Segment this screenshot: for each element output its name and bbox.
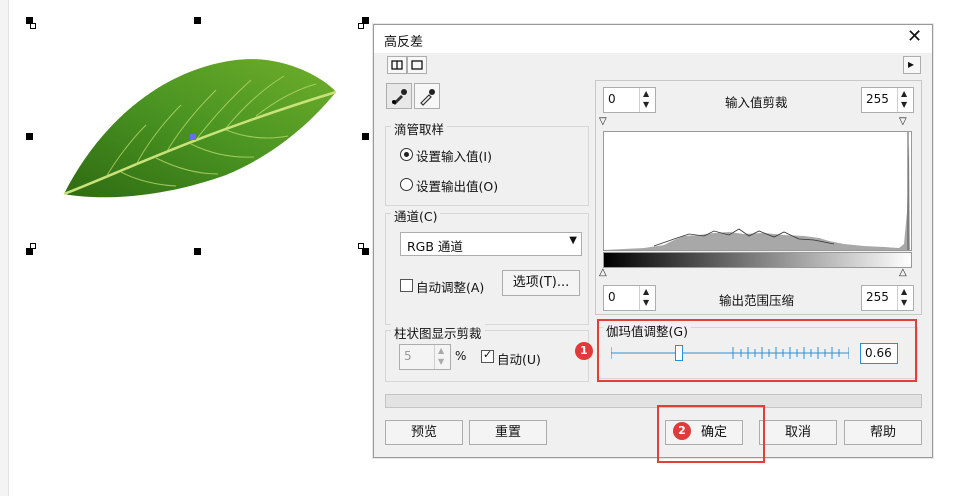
input-low-value: 0 [608,92,616,106]
channel-group-label: 通道(C) [391,206,441,225]
auto-clip-checkbox[interactable]: ✓ [481,348,494,363]
percent-unit: % [455,349,467,363]
options-button[interactable]: 选项(T)... [502,270,580,296]
channel-group [385,213,589,325]
output-high-spinbox[interactable]: 255 ▲ ▼ [861,285,914,311]
selection-handle-mid-right[interactable] [362,133,369,140]
channel-select-value: RGB 通道 [407,239,463,254]
auto-adjust-checkbox[interactable] [400,279,413,292]
selection-handle-top-mid[interactable] [194,17,201,24]
annotation-badge-2: 2 [673,422,691,440]
eyedropper-input-button[interactable] [386,83,412,109]
input-low-spinbox[interactable]: 0 ▲ ▼ [603,87,656,113]
selection-handle-bottom-left[interactable] [26,248,33,255]
eyedropper-group-label: 滴管取样 [391,119,448,138]
output-gradient-bar [603,252,912,268]
selection-handle-corner-tl[interactable] [30,23,36,29]
set-output-label[interactable]: 设置输出值(O) [416,176,498,195]
output-low-spinbox[interactable]: 0 ▲ ▼ [603,285,656,311]
reset-button[interactable]: 重置 [469,420,547,445]
split-view-button[interactable] [387,56,407,74]
output-high-marker[interactable]: △ [899,267,907,278]
histogram-clip-spinbox[interactable]: 5 ▲ ▼ [399,344,451,370]
chevron-right-icon: ▸ [908,57,915,71]
selection-handle-corner-br[interactable] [358,243,364,249]
annotation-badge-1: 1 [575,342,593,360]
gamma-highlight-box [597,319,917,382]
input-high-spinbox[interactable]: 255 ▲ ▼ [861,87,914,113]
status-bar [385,394,922,408]
eyedropper-icon [420,89,435,106]
preview-button[interactable]: 预览 [385,420,463,445]
input-low-marker[interactable]: ▽ [599,116,607,127]
high-contrast-dialog: 高反差 ✕ ▸ 滴管取样 设置输入值(I) 设置输出值(O) 通道(C) RGB… [373,24,933,458]
eyedropper-icon [392,89,407,105]
histogram-clip-label: 柱状图显示剪裁 [391,323,485,342]
split-view-icon [391,60,403,70]
dialog-title: 高反差 [384,35,424,50]
eyedropper-output-button[interactable] [414,83,440,109]
checkmark-icon: ✓ [483,348,493,361]
auto-clip-label[interactable]: 自动(U) [497,349,541,368]
dialog-titlebar: 高反差 ✕ [374,25,932,53]
auto-adjust-label[interactable]: 自动调整(A) [416,277,484,296]
left-ruler [0,0,9,496]
input-high-value: 255 [866,92,889,106]
leaf-image[interactable] [36,40,346,210]
set-input-label[interactable]: 设置输入值(I) [416,146,492,165]
selection-handle-mid-left[interactable] [26,133,33,140]
set-output-radio[interactable] [400,178,413,191]
output-high-value: 255 [866,290,889,304]
set-input-radio[interactable] [400,148,413,161]
output-range-label: 输出范围压缩 [719,293,795,308]
selection-handle-corner-tr[interactable] [358,23,364,29]
histogram-clip-value: 5 [404,349,412,363]
selection-handle-bottom-right[interactable] [362,248,369,255]
channel-select[interactable]: RGB 通道 ▼ [400,232,582,256]
selection-handle-bottom-mid[interactable] [194,248,201,255]
single-view-icon [411,60,423,70]
chevron-down-icon: ▼ [569,235,577,246]
output-low-marker[interactable]: △ [599,267,607,278]
cancel-button[interactable]: 取消 [759,420,837,445]
histogram-graph [604,132,910,250]
output-low-value: 0 [608,290,616,304]
histogram-plot [603,131,912,251]
help-button[interactable]: 帮助 [844,420,922,445]
single-view-button[interactable] [407,56,427,74]
close-icon[interactable]: ✕ [907,27,922,47]
selection-handle-corner-bl[interactable] [30,243,36,249]
input-clip-label: 输入值剪裁 [725,95,788,110]
input-high-marker[interactable]: ▽ [899,116,907,127]
expand-preview-button[interactable]: ▸ [903,56,921,74]
